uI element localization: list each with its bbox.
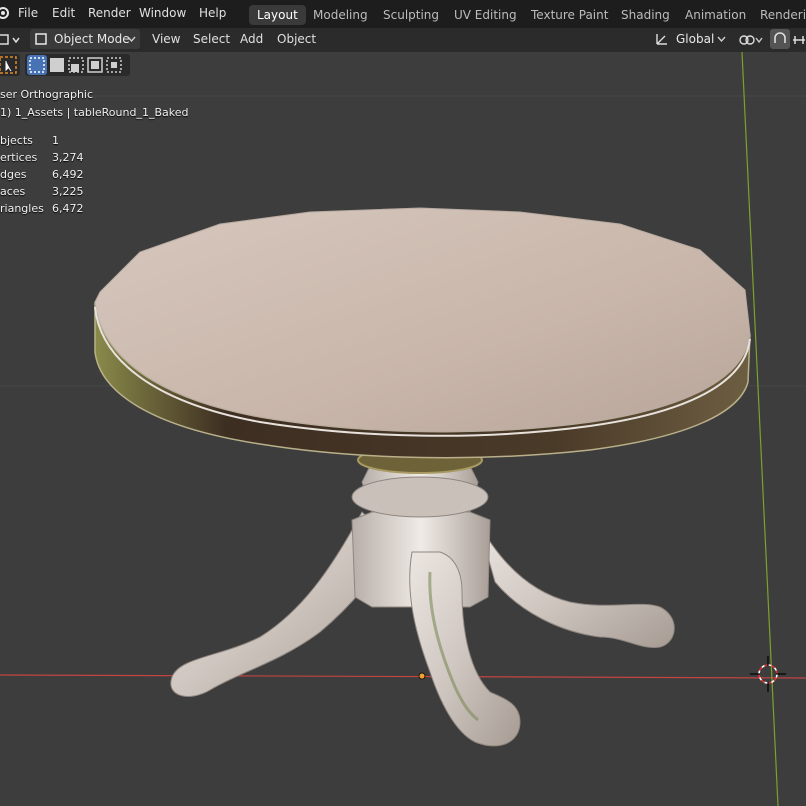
- snap-settings-icon[interactable]: [792, 32, 806, 48]
- table-collar: [351, 476, 489, 518]
- viewport-header: Object Mode View Select Add Object Globa…: [0, 28, 806, 52]
- menu-edit[interactable]: Edit: [52, 6, 75, 20]
- snap-toggle[interactable]: [770, 29, 790, 49]
- tab-texture-paint[interactable]: Texture Paint: [523, 5, 616, 25]
- chevron-down-icon: [717, 36, 726, 42]
- stat-label-faces: aces: [0, 185, 26, 198]
- collection-name: 1) 1_Assets | tableRound_1_Baked: [0, 106, 189, 119]
- transform-orientation-icon: [656, 34, 667, 45]
- stat-value-triangles: 6,472: [52, 202, 84, 215]
- chevron-down-icon: [127, 36, 136, 42]
- view-name: ser Orthographic: [0, 88, 94, 101]
- table-top: [94, 207, 751, 433]
- y-axis-line: [741, 52, 779, 806]
- stat-value-faces: 3,225: [52, 185, 84, 198]
- menu-file[interactable]: File: [18, 6, 38, 20]
- snap-icon: [774, 32, 786, 43]
- tab-layout[interactable]: Layout: [249, 5, 306, 25]
- menu-window[interactable]: Window: [139, 6, 186, 20]
- transform-orientation-dropdown[interactable]: Global: [650, 29, 728, 49]
- menu-view[interactable]: View: [152, 32, 180, 46]
- table-leg-back-right: [477, 521, 675, 648]
- editor-type-icon[interactable]: [0, 32, 20, 48]
- menu-object[interactable]: Object: [277, 32, 316, 46]
- object-mode-label: Object Mode: [54, 32, 130, 46]
- tab-shading[interactable]: Shading: [613, 5, 678, 25]
- tab-sculpting[interactable]: Sculpting: [375, 5, 447, 25]
- stat-label-objects: bjects: [0, 134, 33, 147]
- tab-modeling[interactable]: Modeling: [305, 5, 376, 25]
- top-menu-bar: File Edit Render Window Help Layout Mode…: [0, 0, 806, 28]
- tab-uv-editing[interactable]: UV Editing: [446, 5, 525, 25]
- pivot-icon[interactable]: [736, 31, 764, 49]
- stat-value-objects: 1: [52, 134, 59, 147]
- menu-add[interactable]: Add: [240, 32, 263, 46]
- blender-logo-icon[interactable]: [0, 6, 10, 20]
- 3d-viewport[interactable]: [0, 52, 806, 806]
- 3d-cursor-icon[interactable]: [750, 656, 786, 692]
- object-mode-dropdown[interactable]: Object Mode: [30, 29, 140, 49]
- stat-label-vertices: ertices: [0, 151, 38, 164]
- menu-render[interactable]: Render: [88, 6, 131, 20]
- stat-label-triangles: riangles: [0, 202, 44, 215]
- tab-animation[interactable]: Animation: [677, 5, 754, 25]
- stat-value-edges: 6,492: [52, 168, 84, 181]
- menu-help[interactable]: Help: [199, 6, 226, 20]
- origin-dot-icon: [418, 672, 426, 680]
- object-mode-icon: [35, 33, 47, 45]
- stat-value-vertices: 3,274: [52, 151, 84, 164]
- menu-select[interactable]: Select: [193, 32, 230, 46]
- x-axis-line: [0, 674, 806, 679]
- tab-rendering[interactable]: Renderin: [752, 5, 806, 25]
- orientation-label: Global: [676, 32, 715, 46]
- stat-label-edges: dges: [0, 168, 27, 181]
